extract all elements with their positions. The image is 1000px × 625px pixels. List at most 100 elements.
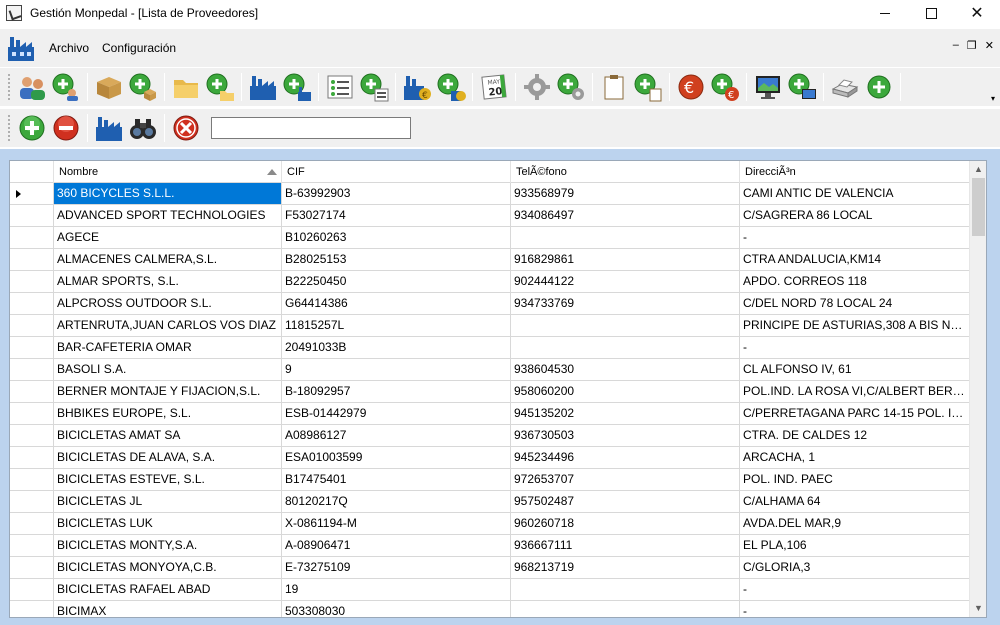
table-row[interactable]: 360 BICYCLES S.L.L. B-63992903 933568979 CA… [10, 183, 970, 205]
calendar-icon[interactable]: MAY 20 [477, 70, 511, 104]
printer-icon[interactable] [828, 70, 862, 104]
add-monitor-icon[interactable] [785, 70, 819, 104]
table-row[interactable]: BICICLETAS LUK X-0861194-M 960260718 AVDA.D… [10, 513, 970, 535]
minimize-button[interactable] [862, 0, 908, 26]
add-icon[interactable] [15, 111, 49, 145]
cell-nombre[interactable]: ARTENRUTA,JUAN CARLOS VOS DIAZ [54, 315, 282, 336]
cell-telefono[interactable]: 968213719 [511, 557, 740, 578]
row-header[interactable] [10, 359, 54, 380]
cell-direccion[interactable]: CAMI ANTIC DE VALENCIA [740, 183, 970, 204]
cell-direccion[interactable]: C/GLORIA,3 [740, 557, 970, 578]
table-row[interactable]: ALMAR SPORTS, S.L. B22250450 902444122 APDO… [10, 271, 970, 293]
add-factory-euro-icon[interactable] [434, 70, 468, 104]
row-header[interactable] [10, 491, 54, 512]
cell-direccion[interactable]: APDO. CORREOS 118 [740, 271, 970, 292]
cell-nombre[interactable]: BAR-CAFETERIA OMAR [54, 337, 282, 358]
row-header[interactable] [10, 601, 54, 617]
table-row[interactable]: BAR-CAFETERIA OMAR 20491033B - [10, 337, 970, 359]
search-input[interactable] [211, 117, 411, 139]
cell-telefono[interactable] [511, 579, 740, 600]
menu-configuracion[interactable]: Configuración [102, 41, 176, 55]
vertical-scrollbar[interactable]: ▲ ▼ [969, 161, 986, 617]
cell-cif[interactable]: A-08906471 [282, 535, 511, 556]
cell-nombre[interactable]: BICICLETAS DE ALAVA, S.A. [54, 447, 282, 468]
table-row[interactable]: BICICLETAS RAFAEL ABAD 19 - [10, 579, 970, 601]
cell-telefono[interactable]: 933568979 [511, 183, 740, 204]
row-header[interactable] [10, 249, 54, 270]
cell-telefono[interactable]: 934086497 [511, 205, 740, 226]
add-clipboard-icon[interactable] [631, 70, 665, 104]
cell-nombre[interactable]: ALMAR SPORTS, S.L. [54, 271, 282, 292]
cell-telefono[interactable]: 972653707 [511, 469, 740, 490]
cell-direccion[interactable]: AVDA.DEL MAR,9 [740, 513, 970, 534]
cell-cif[interactable]: B17475401 [282, 469, 511, 490]
table-row[interactable]: ALPCROSS OUTDOOR S.L. G64414386 934733769 C… [10, 293, 970, 315]
table-row[interactable]: BICICLETAS MONTY,S.A. A-08906471 936667111… [10, 535, 970, 557]
table-row[interactable]: ALMACENES CALMERA,S.L. B28025153 916829861… [10, 249, 970, 271]
row-header[interactable] [10, 447, 54, 468]
cell-direccion[interactable]: POL. IND. PAEC [740, 469, 970, 490]
row-header[interactable] [10, 535, 54, 556]
cell-direccion[interactable]: CTRA ANDALUCIA,KM14 [740, 249, 970, 270]
scroll-thumb[interactable] [972, 178, 985, 236]
remove-icon[interactable] [49, 111, 83, 145]
toolbar-overflow-button[interactable]: ▾ [988, 94, 998, 104]
row-header[interactable] [10, 315, 54, 336]
cell-cif[interactable]: 9 [282, 359, 511, 380]
cell-direccion[interactable]: - [740, 337, 970, 358]
cell-telefono[interactable]: 945135202 [511, 403, 740, 424]
cell-cif[interactable]: ESA01003599 [282, 447, 511, 468]
cell-cif[interactable]: E-73275109 [282, 557, 511, 578]
cell-direccion[interactable]: C/SAGRERA 86 LOCAL [740, 205, 970, 226]
cell-nombre[interactable]: BICIMAX [54, 601, 282, 617]
add-folder-icon[interactable] [203, 70, 237, 104]
cell-nombre[interactable]: BICICLETAS LUK [54, 513, 282, 534]
cell-nombre[interactable]: BHBIKES EUROPE, S.L. [54, 403, 282, 424]
row-header[interactable] [10, 293, 54, 314]
cell-nombre[interactable]: BICICLETAS ESTEVE, S.L. [54, 469, 282, 490]
cell-nombre[interactable]: ALPCROSS OUTDOOR S.L. [54, 293, 282, 314]
cell-direccion[interactable]: ARCACHA, 1 [740, 447, 970, 468]
table-row[interactable]: BICIMAX 503308030 - [10, 601, 970, 617]
cell-direccion[interactable]: - [740, 227, 970, 248]
cell-telefono[interactable] [511, 337, 740, 358]
cell-direccion[interactable]: C/PERRETAGANA PARC 14-15 POL. IND. ... [740, 403, 970, 424]
factory-icon[interactable] [92, 111, 126, 145]
factory-euro-icon[interactable]: € [400, 70, 434, 104]
cell-telefono[interactable] [511, 227, 740, 248]
cell-direccion[interactable]: PRINCIPE DE ASTURIAS,308 A BIS NAVE 1 [740, 315, 970, 336]
cell-cif[interactable]: 19 [282, 579, 511, 600]
cell-nombre[interactable]: ALMACENES CALMERA,S.L. [54, 249, 282, 270]
cell-telefono[interactable]: 958060200 [511, 381, 740, 402]
euro-icon[interactable]: € [674, 70, 708, 104]
row-header[interactable] [10, 381, 54, 402]
cell-direccion[interactable]: CL ALFONSO IV, 61 [740, 359, 970, 380]
add-euro-icon[interactable]: € [708, 70, 742, 104]
row-header[interactable] [10, 403, 54, 424]
cell-direccion[interactable]: - [740, 579, 970, 600]
scroll-down-button[interactable]: ▼ [970, 600, 986, 617]
row-header[interactable] [10, 183, 54, 204]
binoculars-icon[interactable] [126, 111, 160, 145]
column-header-nombre[interactable]: Nombre [54, 161, 282, 183]
mdi-minimize-button[interactable]: ‒ [953, 39, 959, 52]
cell-telefono[interactable]: 936730503 [511, 425, 740, 446]
cell-direccion[interactable]: POL.IND. LA ROSA VI,C/ALBERT BERNE... [740, 381, 970, 402]
cell-cif[interactable]: B10260263 [282, 227, 511, 248]
menu-archivo[interactable]: Archivo [49, 41, 89, 55]
add-gear-icon[interactable] [554, 70, 588, 104]
table-row[interactable]: BICICLETAS ESTEVE, S.L. B17475401 97265370… [10, 469, 970, 491]
table-row[interactable]: BERNER MONTAJE Y FIJACION,S.L. B-18092957… [10, 381, 970, 403]
cell-nombre[interactable]: 360 BICYCLES S.L.L. [54, 183, 282, 204]
table-row[interactable]: BASOLI S.A. 9 938604530 CL ALFONSO IV, 61 [10, 359, 970, 381]
cell-cif[interactable]: ESB-01442979 [282, 403, 511, 424]
cell-cif[interactable]: B28025153 [282, 249, 511, 270]
column-header-cif[interactable]: CIF [282, 161, 511, 183]
mdi-close-button[interactable]: ✕ [985, 39, 994, 52]
table-row[interactable]: ARTENRUTA,JUAN CARLOS VOS DIAZ 11815257L P… [10, 315, 970, 337]
cell-cif[interactable]: 503308030 [282, 601, 511, 617]
clipboard-icon[interactable] [597, 70, 631, 104]
folder-icon[interactable] [169, 70, 203, 104]
cancel-icon[interactable] [169, 111, 203, 145]
table-row[interactable]: BICICLETAS MONYOYA,C.B. E-73275109 9682137… [10, 557, 970, 579]
